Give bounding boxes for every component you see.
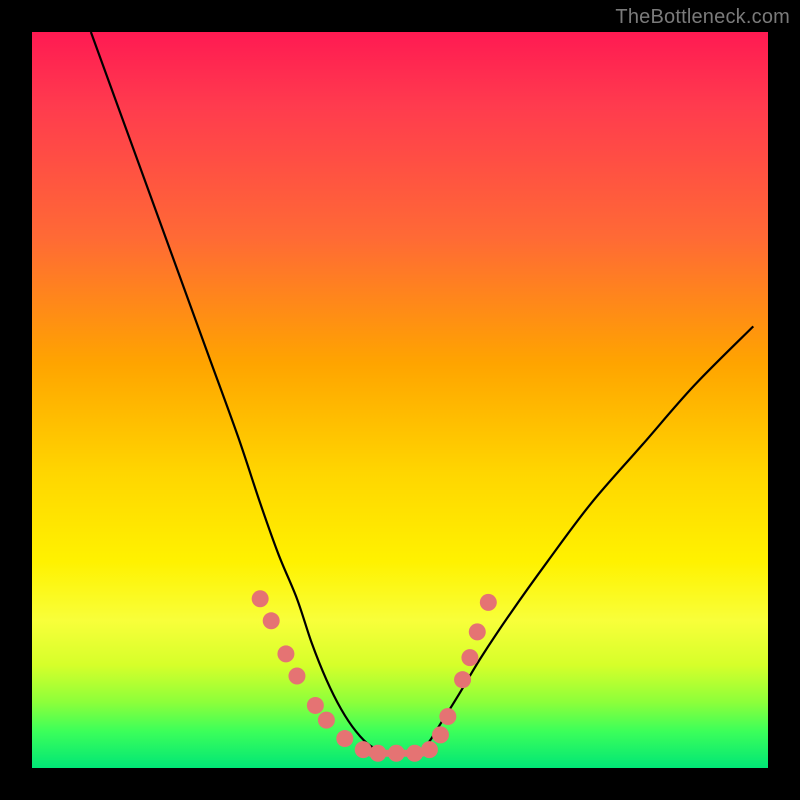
curve-marker: [406, 745, 423, 762]
curve-marker: [439, 708, 456, 725]
curve-marker: [318, 712, 335, 729]
curve-markers: [252, 590, 497, 762]
curve-marker: [307, 697, 324, 714]
curve-marker: [454, 671, 471, 688]
curve-marker: [355, 741, 372, 758]
curve-marker: [288, 668, 305, 685]
watermark-text: TheBottleneck.com: [615, 6, 790, 29]
curve-marker: [336, 730, 353, 747]
chart-container: TheBottleneck.com: [0, 0, 800, 800]
curve-marker: [461, 649, 478, 666]
plot-area: [32, 32, 768, 768]
curve-marker: [480, 594, 497, 611]
curve-marker: [277, 645, 294, 662]
bottleneck-curve: [91, 32, 753, 754]
curve-marker: [421, 741, 438, 758]
curve-marker: [252, 590, 269, 607]
curve-marker: [469, 623, 486, 640]
curve-marker: [388, 745, 405, 762]
curve-marker: [432, 726, 449, 743]
curve-marker: [369, 745, 386, 762]
curve-marker: [263, 612, 280, 629]
curve-svg: [32, 32, 768, 768]
